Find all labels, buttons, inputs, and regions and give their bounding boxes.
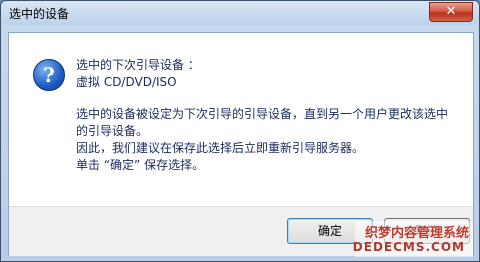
close-icon: ✕ [445,4,457,19]
watermark: 织梦内容管理系统 DEDECMS.COM [352,221,473,257]
watermark-url: DEDECMS.COM [352,240,465,254]
message-body: 选中的设备被设定为下次引导的引导设备，直到另一个用户更改该选中 的引导设备。 因… [76,106,456,174]
window-title: 选中的设备 [9,7,70,21]
question-icon: ? [33,59,65,91]
message-line: 单击 “确定” 保存选择。 [76,158,205,172]
message-line: 选中的设备被设定为下次引导的引导设备，直到另一个用户更改该选中 [76,107,449,121]
close-button[interactable]: ✕ [429,2,473,22]
message-line: 的引导设备。 [76,124,149,138]
selected-device: 虚拟 CD/DVD/ISO [76,75,177,89]
title-bar[interactable]: 选中的设备 ✕ [1,1,479,25]
dialog-window: 选中的设备 ✕ ? 选中的下次引导设备 ： 虚拟 CD/DVD/ISO 选中的设… [0,0,480,262]
message-heading: 选中的下次引导设备 ： [76,58,200,72]
message-line: 因此，我们建议在保存此选择后立即重新引导服务器。 [76,141,365,155]
watermark-text: 织梦内容管理系统 [364,226,469,241]
